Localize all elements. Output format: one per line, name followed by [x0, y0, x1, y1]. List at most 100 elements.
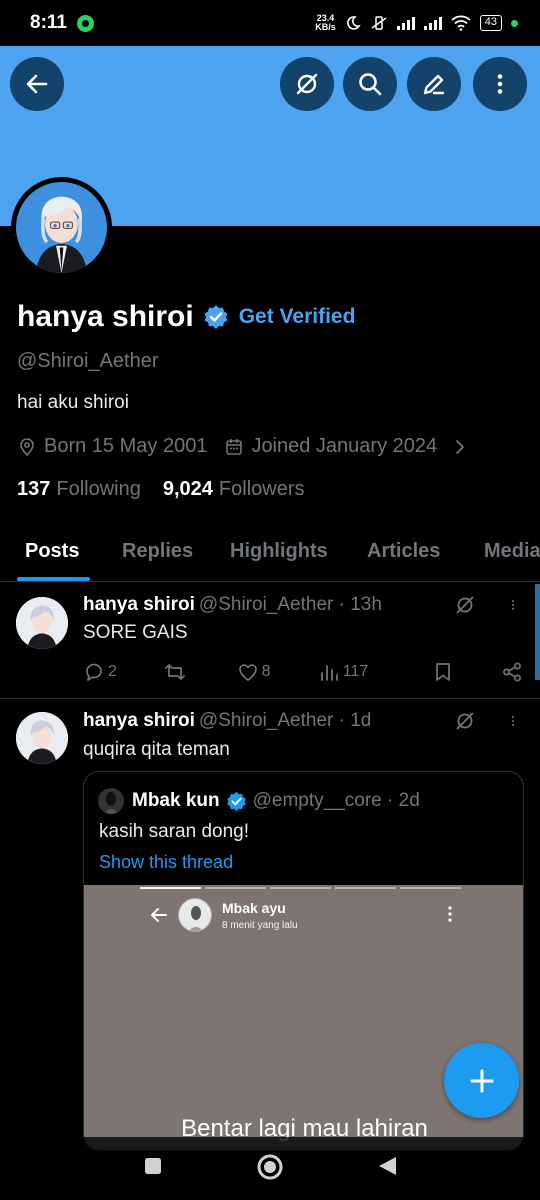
profile-name: hanya shiroi — [17, 300, 194, 333]
share-button[interactable] — [501, 661, 523, 683]
tab-articles[interactable]: Articles — [367, 540, 440, 563]
grok-icon[interactable] — [454, 710, 476, 732]
more-options-button[interactable] — [473, 57, 527, 111]
follow-stats: 137 Following 9,024 Followers — [17, 478, 305, 501]
like-icon — [238, 664, 257, 681]
quote-handle-time: @empty__core · 2d — [252, 790, 420, 811]
retweet-button[interactable] — [164, 661, 189, 683]
reply-count: 2 — [108, 663, 117, 680]
location-icon — [20, 437, 34, 456]
tweet-handle-time-2: @Shiroi_Aether · 1d — [198, 710, 372, 731]
tweet-divider — [0, 698, 540, 699]
reply-icon — [86, 663, 102, 681]
network-speed: 23.4 KB/s — [315, 13, 336, 32]
view-count: 117 — [342, 663, 369, 680]
verified-badge-icon — [226, 791, 246, 811]
birth-date: Born 15 May 2001 — [44, 435, 208, 457]
tweet-author[interactable]: hanya shiroi — [83, 594, 195, 615]
grok-button[interactable] — [280, 57, 334, 111]
edit-button[interactable] — [407, 57, 461, 111]
vibrate-off-icon — [371, 16, 387, 30]
quote-author: Mbak kun — [132, 790, 220, 811]
story-progress-bars — [140, 887, 461, 889]
compose-button[interactable] — [444, 1043, 519, 1118]
profile-name-row: hanya shiroi Get Verified — [17, 300, 355, 334]
quote-media-image[interactable]: Mbak ayu 8 menit yang lalu Bentar lagi m… — [84, 885, 523, 1150]
more-vertical-icon — [448, 906, 452, 922]
back-nav-icon[interactable] — [376, 1155, 398, 1177]
home-button-icon[interactable] — [256, 1153, 284, 1181]
profile-tabs: Posts Replies Highlights Articles Media — [0, 524, 540, 582]
like-count: 8 — [261, 663, 271, 680]
reply-button[interactable]: 2 — [83, 661, 117, 683]
chevron-right-icon[interactable] — [450, 437, 470, 457]
signal-icon — [396, 16, 415, 30]
bookmark-button[interactable] — [432, 661, 454, 683]
bookmark-icon — [435, 663, 450, 681]
following-count[interactable]: 137 — [17, 478, 50, 501]
tab-media[interactable]: Media — [484, 540, 540, 563]
search-button[interactable] — [343, 57, 397, 111]
media-avatar — [178, 898, 212, 932]
share-icon — [503, 662, 521, 682]
following-label[interactable]: Following — [56, 478, 140, 501]
tweet-top-icons — [454, 594, 520, 616]
tweet-header-2: hanya shiroi @Shiroi_Aether · 1d — [83, 710, 371, 732]
calendar-icon — [226, 438, 243, 455]
battery-indicator: 43 — [479, 15, 502, 31]
tweet-text: SORE GAIS — [83, 622, 188, 643]
tweet-avatar-2[interactable] — [16, 712, 68, 764]
media-name: Mbak ayu — [222, 900, 286, 916]
tab-replies[interactable]: Replies — [122, 540, 193, 563]
status-bar: 8:11 23.4 KB/s 43 — [0, 0, 540, 46]
search-icon — [359, 73, 382, 96]
show-thread-link[interactable]: Show this thread — [99, 852, 233, 873]
status-time: 8:11 — [30, 12, 67, 33]
profile-avatar[interactable] — [11, 177, 112, 278]
recents-button-icon[interactable] — [144, 1157, 162, 1175]
profile-bio: hai aku shiroi — [17, 392, 129, 413]
privacy-indicator-icon — [511, 19, 518, 27]
avatar-image — [16, 182, 107, 273]
status-icons: 23.4 KB/s 43 — [315, 14, 518, 32]
tweet-avatar[interactable] — [16, 597, 68, 649]
wifi-icon — [451, 15, 471, 31]
like-button[interactable]: 8 — [237, 661, 271, 683]
quote-text: kasih saran dong! — [99, 821, 249, 842]
back-arrow-icon — [26, 74, 48, 94]
moon-icon — [346, 16, 361, 30]
profile-handle: @Shiroi_Aether — [17, 350, 159, 372]
verified-badge-icon — [204, 305, 228, 329]
edit-icon — [423, 74, 445, 95]
join-date: Joined January 2024 — [251, 435, 438, 457]
tweet-actions: 2 8 117 — [83, 661, 523, 683]
whatsapp-notification-icon — [76, 14, 94, 32]
tab-highlights[interactable]: Highlights — [230, 540, 328, 563]
scroll-indicator[interactable] — [535, 584, 540, 680]
grok-icon — [296, 73, 318, 95]
retweet-icon — [165, 664, 186, 680]
profile-meta: Born 15 May 2001 Joined January 2024 — [17, 435, 470, 458]
back-arrow-icon — [151, 908, 167, 922]
more-vertical-icon[interactable] — [506, 710, 520, 732]
active-tab-indicator — [17, 577, 90, 581]
signal-icon-2 — [423, 16, 442, 30]
plus-icon — [470, 1069, 493, 1092]
followers-count[interactable]: 9,024 — [163, 478, 213, 501]
tab-posts[interactable]: Posts — [25, 540, 79, 563]
more-vertical-icon — [497, 74, 503, 94]
tweet-handle-time: @Shiroi_Aether · 13h — [198, 594, 382, 615]
tweet-top-icons-2 — [454, 710, 520, 732]
more-vertical-icon[interactable] — [506, 594, 520, 616]
views-button[interactable]: 117 — [318, 661, 369, 683]
followers-label[interactable]: Followers — [219, 478, 305, 501]
system-navigation-bar — [0, 1137, 540, 1200]
get-verified-link[interactable]: Get Verified — [239, 305, 356, 329]
views-icon — [320, 665, 338, 681]
tweet-text-2: quqira qita teman — [83, 739, 230, 760]
quote-header: Mbak kun @empty__core · 2d — [98, 788, 420, 814]
grok-icon[interactable] — [454, 594, 476, 616]
tweet-author-2[interactable]: hanya shiroi — [83, 710, 195, 731]
back-button[interactable] — [10, 57, 64, 111]
media-subtitle: 8 menit yang lalu — [222, 920, 298, 931]
